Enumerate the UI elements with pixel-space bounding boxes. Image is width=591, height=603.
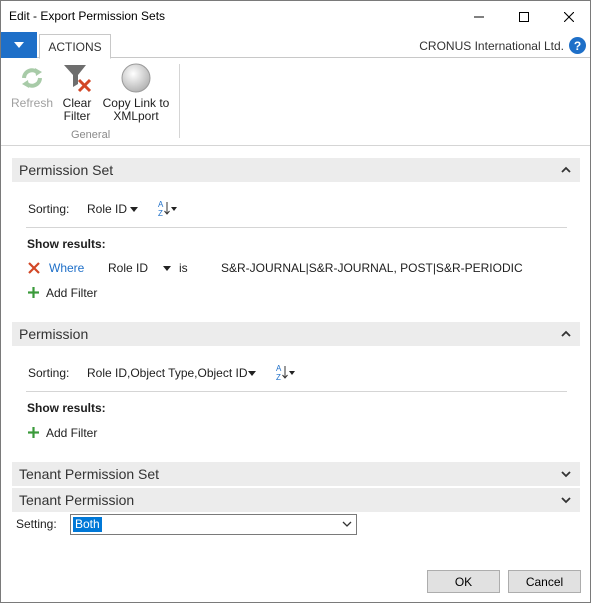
- company-name: CRONUS International Ltd.: [419, 39, 564, 53]
- permission-section-title: Permission: [19, 326, 89, 342]
- permission-set-add-filter[interactable]: Add Filter: [46, 286, 97, 300]
- svg-text:A: A: [158, 200, 164, 209]
- divider: [26, 227, 567, 228]
- permission-set-section-header[interactable]: Permission Set: [12, 158, 580, 182]
- clear-filter-icon: [64, 65, 92, 93]
- sort-order-icon[interactable]: A Z: [275, 363, 297, 381]
- export-permission-sets-window: Edit - Export Permission Sets ACTIONS CR…: [0, 0, 591, 603]
- permission-set-show-results: Show results:: [27, 237, 106, 251]
- close-button[interactable]: [546, 1, 591, 32]
- permission-show-results: Show results:: [27, 401, 106, 415]
- divider: [26, 391, 567, 392]
- filter-field-dropdown-icon[interactable]: [163, 266, 171, 271]
- setting-select[interactable]: Both: [70, 514, 357, 535]
- ribbon-tabs: ACTIONS CRONUS International Ltd. ?: [1, 32, 590, 59]
- permission-set-sorting-dropdown-icon[interactable]: [130, 207, 138, 212]
- refresh-button[interactable]: Refresh: [11, 62, 53, 110]
- ribbon-group-separator: [179, 64, 180, 138]
- clear-filter-button[interactable]: Clear Filter: [57, 62, 97, 123]
- sort-order-icon[interactable]: A Z: [157, 199, 179, 217]
- ok-button[interactable]: OK: [427, 570, 500, 593]
- plus-icon: [28, 427, 39, 438]
- permission-set-section-title: Permission Set: [19, 162, 114, 178]
- filter-field-select[interactable]: Role ID: [108, 261, 148, 275]
- permission-add-filter[interactable]: Add Filter: [46, 426, 97, 440]
- svg-text:Z: Z: [158, 209, 163, 217]
- setting-label: Setting:: [16, 517, 57, 531]
- permission-set-sorting-label: Sorting:: [28, 202, 70, 216]
- xmlport-icon: [121, 63, 151, 93]
- svg-text:Z: Z: [276, 373, 281, 381]
- copy-link-button[interactable]: Copy Link to XMLport: [100, 62, 172, 123]
- permission-sorting-value[interactable]: Role ID,Object Type,Object ID: [87, 366, 248, 380]
- tenant-permission-section-title: Tenant Permission: [19, 492, 135, 508]
- chevron-down-icon: [561, 497, 571, 504]
- copy-link-label-2: XMLport: [113, 109, 159, 123]
- plus-icon: [28, 287, 39, 298]
- svg-text:A: A: [276, 364, 282, 373]
- ribbon: Refresh Clear Filter Copy Link to XMLpor…: [1, 58, 590, 146]
- filter-where-label: Where: [49, 261, 85, 275]
- minimize-icon: [473, 16, 484, 17]
- permission-set-sorting-value[interactable]: Role ID: [87, 202, 127, 216]
- chevron-down-icon: [561, 471, 571, 478]
- chevron-down-icon: [342, 521, 352, 527]
- filter-value-input[interactable]: S&R-JOURNAL|S&R-JOURNAL, POST|S&R-PERIOD…: [221, 261, 523, 275]
- filter-operator: is: [179, 261, 188, 275]
- permission-sorting-label: Sorting:: [28, 366, 70, 380]
- window-title: Edit - Export Permission Sets: [9, 9, 166, 23]
- chevron-down-icon: [14, 42, 24, 48]
- tenant-permission-set-section-title: Tenant Permission Set: [19, 466, 160, 482]
- maximize-button[interactable]: [501, 1, 546, 32]
- tenant-permission-set-section-header[interactable]: Tenant Permission Set: [12, 462, 580, 486]
- maximize-icon: [518, 11, 529, 22]
- clear-filter-label-2: Filter: [63, 109, 91, 123]
- permission-sorting-dropdown-icon[interactable]: [248, 371, 256, 376]
- title-bar: Edit - Export Permission Sets: [1, 1, 590, 32]
- ribbon-group-general: General: [71, 129, 111, 141]
- tenant-permission-section-header[interactable]: Tenant Permission: [12, 488, 580, 512]
- close-icon: [563, 11, 574, 22]
- tab-actions[interactable]: ACTIONS: [39, 34, 111, 59]
- application-menu-button[interactable]: [1, 32, 37, 58]
- minimize-button[interactable]: [456, 1, 501, 32]
- chevron-up-icon: [561, 166, 571, 173]
- cancel-button[interactable]: Cancel: [508, 570, 581, 593]
- help-icon[interactable]: ?: [569, 37, 586, 54]
- chevron-up-icon: [561, 330, 571, 337]
- refresh-label: Refresh: [11, 96, 54, 110]
- setting-value: Both: [73, 517, 102, 532]
- remove-filter-icon[interactable]: [28, 262, 40, 274]
- permission-section-header[interactable]: Permission: [12, 322, 580, 346]
- refresh-icon: [22, 68, 42, 88]
